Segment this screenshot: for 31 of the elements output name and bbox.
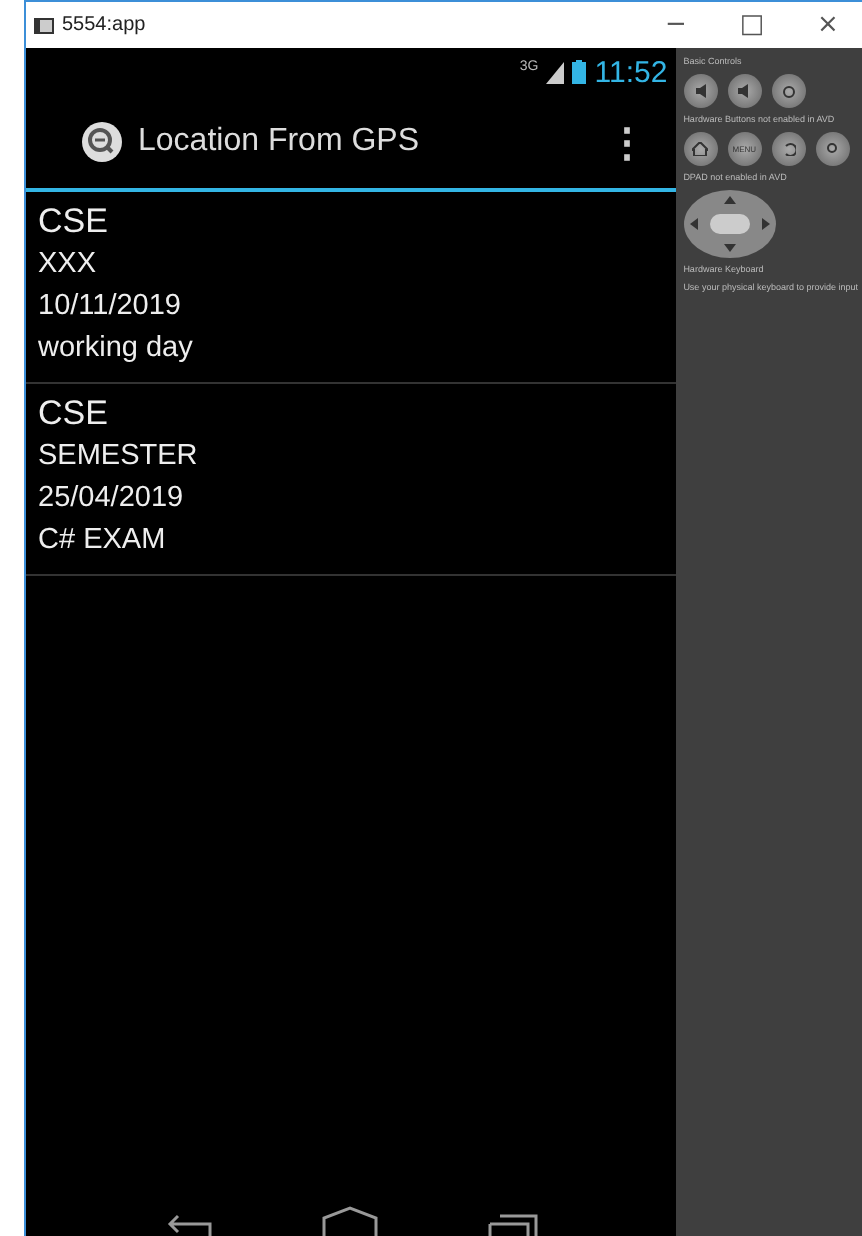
app-icon [34,17,54,33]
item-text: C# EXAM [38,522,168,560]
volume-up-icon [737,84,752,98]
item-text: CSE [38,392,110,436]
item-text: SEMESTER [38,438,200,476]
item-text: XXX [38,246,99,284]
clock-time: 11:52 [594,55,668,89]
item-text: working day [38,330,195,368]
app-logo-icon [82,122,122,162]
volume-up-button[interactable] [727,74,762,108]
dpad-drawing[interactable] [683,190,776,258]
battery-icon [572,60,587,84]
item-text: 10/11/2019 [38,288,183,326]
power-button[interactable] [771,74,806,108]
power-icon [781,84,796,98]
home-icon[interactable] [320,1204,381,1236]
search-button[interactable] [815,132,850,166]
volume-down-button[interactable] [683,74,718,108]
home-icon [692,142,709,156]
window-title: 5554:app [62,14,148,36]
close-button[interactable]: × [794,2,862,48]
volume-down-icon [693,84,708,98]
maximize-button[interactable]: □ [718,2,786,48]
item-text: 25/04/2019 [38,480,186,518]
home-button[interactable] [683,132,718,166]
app-title: Location From GPS [138,124,421,160]
overflow-menu-button[interactable]: ⋮ [607,117,648,167]
back-button[interactable] [771,132,806,166]
signal-icon [546,61,565,83]
minimize-button[interactable]: − [642,2,710,48]
item-text: CSE [38,200,110,244]
